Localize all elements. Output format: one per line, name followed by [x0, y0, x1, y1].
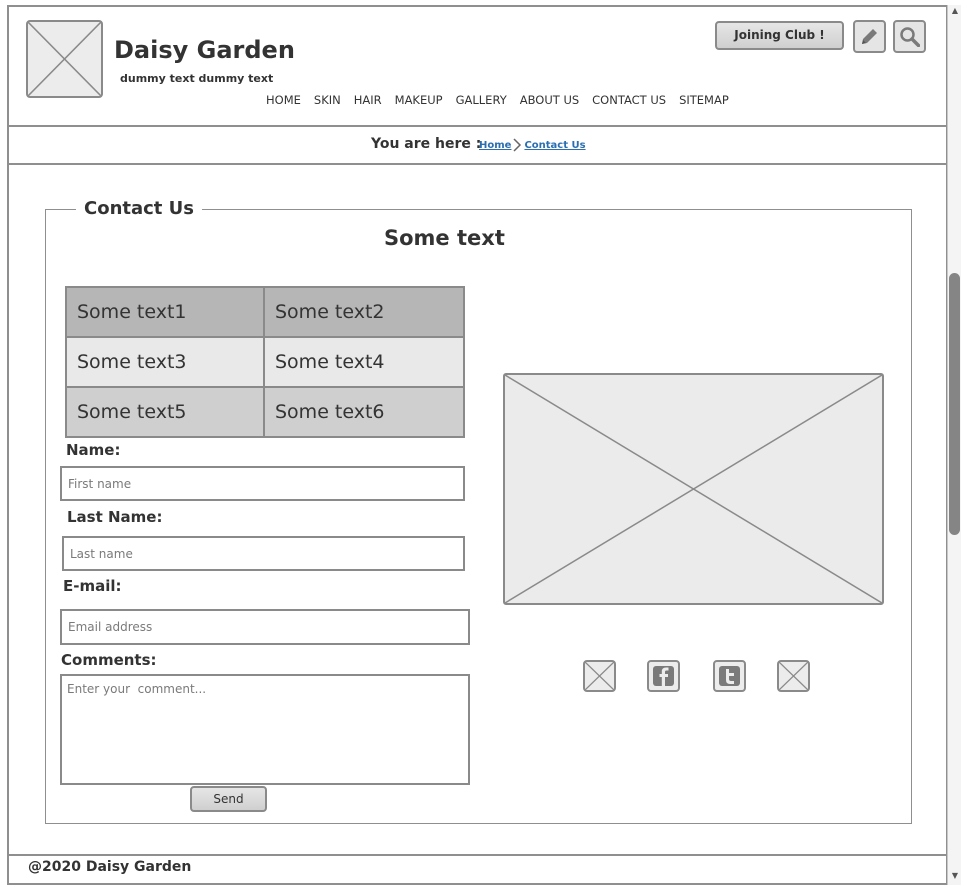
image-placeholder-icon — [585, 662, 614, 690]
send-button[interactable]: Send — [190, 786, 267, 812]
table-row: Some text1 Some text2 — [65, 286, 465, 338]
social-link-4[interactable] — [777, 660, 810, 692]
nav-gallery[interactable]: GALLERY — [456, 93, 507, 107]
last-name-field[interactable] — [62, 536, 465, 571]
contact-heading: Some text — [384, 226, 505, 250]
nav-home[interactable]: HOME — [266, 93, 301, 107]
facebook-link[interactable] — [647, 660, 680, 692]
twitter-icon — [719, 666, 740, 686]
search-icon — [900, 27, 920, 47]
nav-contact-us[interactable]: CONTACT US — [592, 93, 666, 107]
breadcrumb-prefix: You are here : — [371, 136, 482, 152]
vertical-scrollbar[interactable]: ▲ ▼ — [947, 5, 961, 885]
table-cell: Some text6 — [263, 386, 465, 438]
info-table: Some text1 Some text2 Some text3 Some te… — [65, 286, 465, 438]
breadcrumb-divider — [7, 163, 948, 165]
comments-label: Comments: — [61, 651, 157, 669]
table-cell: Some text1 — [65, 286, 265, 338]
comments-field[interactable] — [60, 674, 470, 785]
site-tagline: dummy text dummy text — [120, 72, 274, 85]
search-button[interactable] — [893, 20, 926, 53]
main-nav: HOME SKIN HAIR MAKEUP GALLERY ABOUT US C… — [266, 93, 729, 107]
table-cell: Some text2 — [263, 286, 465, 338]
facebook-icon — [653, 666, 674, 686]
site-title: Daisy Garden — [114, 36, 295, 64]
chevron-right-icon — [513, 138, 522, 152]
email-label: E-mail: — [63, 577, 122, 595]
nav-skin[interactable]: SKIN — [314, 93, 341, 107]
scroll-up-arrow-icon[interactable]: ▲ — [950, 6, 960, 16]
nav-sitemap[interactable]: SITEMAP — [679, 93, 729, 107]
footer-divider — [7, 854, 948, 856]
pencil-icon — [862, 29, 877, 44]
nav-about-us[interactable]: ABOUT US — [520, 93, 579, 107]
edit-button[interactable] — [853, 20, 886, 53]
image-placeholder-icon — [779, 662, 808, 690]
email-field[interactable] — [60, 609, 470, 645]
breadcrumb: Home Contact Us — [479, 138, 586, 152]
table-cell: Some text4 — [263, 336, 465, 388]
header-divider — [7, 125, 948, 127]
breadcrumb-contact-us[interactable]: Contact Us — [524, 140, 585, 151]
scroll-down-arrow-icon[interactable]: ▼ — [950, 871, 960, 881]
contact-legend: Contact Us — [76, 198, 203, 219]
nav-hair[interactable]: HAIR — [354, 93, 382, 107]
last-name-label: Last Name: — [67, 508, 163, 526]
breadcrumb-home[interactable]: Home — [479, 140, 511, 151]
table-row: Some text5 Some text6 — [65, 386, 465, 438]
joining-club-button[interactable]: Joining Club ! — [715, 21, 844, 50]
first-name-field[interactable] — [60, 466, 465, 501]
name-label: Name: — [66, 441, 121, 459]
twitter-link[interactable] — [713, 660, 746, 692]
table-cell: Some text3 — [65, 336, 265, 388]
table-row: Some text3 Some text4 — [65, 336, 465, 388]
social-link-1[interactable] — [583, 660, 616, 692]
logo-placeholder — [26, 20, 103, 98]
footer-copyright: @2020 Daisy Garden — [28, 859, 192, 875]
scrollbar-thumb[interactable] — [949, 273, 960, 535]
image-placeholder — [503, 373, 884, 605]
table-cell: Some text5 — [65, 386, 265, 438]
nav-makeup[interactable]: MAKEUP — [395, 93, 443, 107]
